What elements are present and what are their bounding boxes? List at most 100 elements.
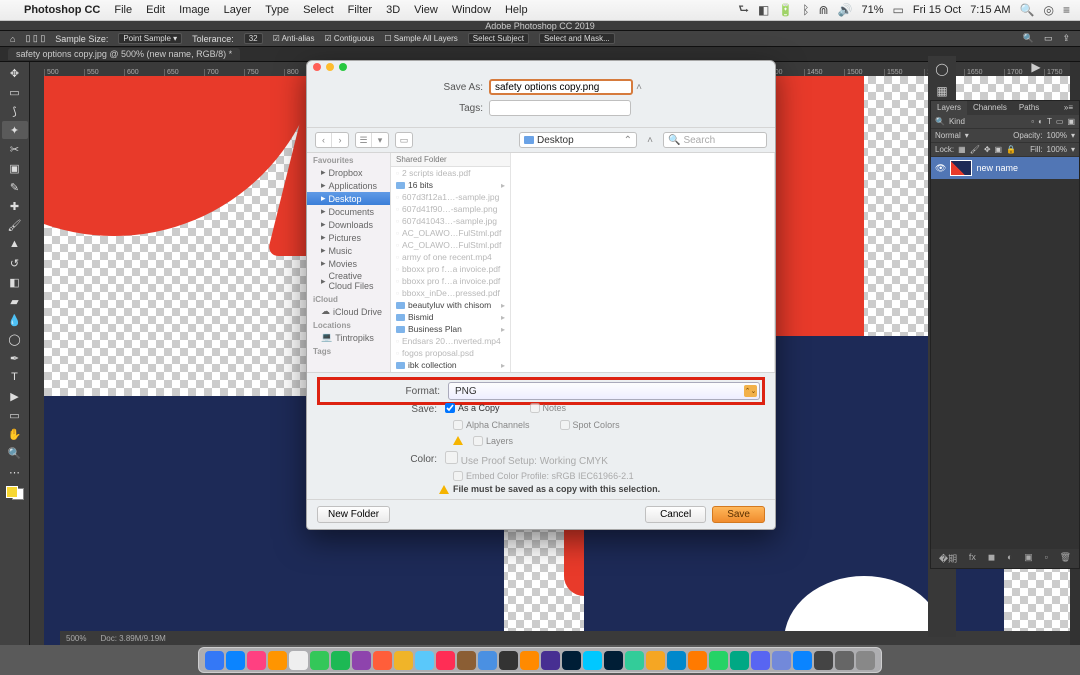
select-and-mask-button[interactable]: Select and Mask... bbox=[539, 33, 615, 44]
color-swatch[interactable] bbox=[6, 486, 24, 500]
menu-window[interactable]: Window bbox=[452, 4, 491, 16]
filter-type-icon[interactable]: T bbox=[1047, 117, 1052, 126]
dock-app-icon[interactable] bbox=[814, 651, 833, 670]
shape-tool-icon[interactable]: ▭ bbox=[2, 406, 28, 424]
close-window-icon[interactable] bbox=[313, 63, 321, 71]
sidebar-item-desktop[interactable]: ▸ Desktop bbox=[307, 192, 390, 205]
path-select-tool-icon[interactable]: ▶ bbox=[2, 387, 28, 405]
dock-app-icon[interactable] bbox=[499, 651, 518, 670]
sidebar-item-icloud-drive[interactable]: ☁ iCloud Drive bbox=[307, 305, 390, 318]
search-icon[interactable]: 🔍 bbox=[1023, 33, 1034, 44]
play-action-icon[interactable]: ▶ bbox=[1031, 60, 1040, 74]
sidebar-item-pictures[interactable]: ▸ Pictures bbox=[307, 231, 390, 244]
dock-app-icon[interactable] bbox=[394, 651, 413, 670]
dock-app-icon[interactable] bbox=[793, 651, 812, 670]
menu-layer[interactable]: Layer bbox=[224, 4, 252, 16]
view-mode-toggle[interactable]: ☰▾ bbox=[355, 132, 389, 148]
format-select[interactable]: PNG ⌃⌄ bbox=[448, 382, 760, 400]
zoom-tool-icon[interactable]: 🔍 bbox=[2, 444, 28, 462]
mask-icon[interactable]: ◼ bbox=[988, 552, 995, 565]
new-layer-icon[interactable]: ▫ bbox=[1045, 552, 1048, 565]
minimize-window-icon[interactable] bbox=[326, 63, 334, 71]
sidebar-item-music[interactable]: ▸ Music bbox=[307, 244, 390, 257]
file-item[interactable]: ▫bboxx_inDe…pressed.pdf bbox=[391, 287, 510, 299]
file-item[interactable]: ▫fogos proposal.psd bbox=[391, 347, 510, 359]
save-button[interactable]: Save bbox=[712, 506, 765, 523]
sidebar-item-creative-cloud-files[interactable]: ▸ Creative Cloud Files bbox=[307, 270, 390, 292]
tab-channels[interactable]: Channels bbox=[967, 101, 1013, 115]
filter-pixel-icon[interactable]: ▫ bbox=[1031, 117, 1034, 126]
type-tool-icon[interactable]: T bbox=[2, 368, 28, 386]
menu-edit[interactable]: Edit bbox=[146, 4, 165, 16]
menu-view[interactable]: View bbox=[414, 4, 438, 16]
dock-app-icon[interactable] bbox=[289, 651, 308, 670]
eyedropper-tool-icon[interactable]: ✎ bbox=[2, 178, 28, 196]
file-item[interactable]: 16 bits▸ bbox=[391, 179, 510, 191]
dock-app-icon[interactable] bbox=[688, 651, 707, 670]
menu-filter[interactable]: Filter bbox=[348, 4, 372, 16]
zoom-level[interactable]: 500% bbox=[66, 634, 86, 643]
dock-app-icon[interactable] bbox=[562, 651, 581, 670]
dock-app-icon[interactable] bbox=[478, 651, 497, 670]
file-item[interactable]: ▫bboxx pro f…a invoice.pdf bbox=[391, 263, 510, 275]
control-center-icon[interactable]: ◎ bbox=[1044, 3, 1054, 17]
dock-app-icon[interactable] bbox=[457, 651, 476, 670]
sidebar-item-movies[interactable]: ▸ Movies bbox=[307, 257, 390, 270]
dock-app-icon[interactable] bbox=[625, 651, 644, 670]
hand-tool-icon[interactable]: ✋ bbox=[2, 425, 28, 443]
dock-app-icon[interactable] bbox=[415, 651, 434, 670]
tolerance-input[interactable]: 32 bbox=[244, 33, 263, 44]
new-folder-button[interactable]: New Folder bbox=[317, 506, 390, 523]
workspace-icon[interactable]: ▭ bbox=[1044, 33, 1053, 44]
file-item[interactable]: ▫army of one recent.mp4 bbox=[391, 251, 510, 263]
dock-app-icon[interactable] bbox=[667, 651, 686, 670]
layer-row[interactable]: 👁 new name bbox=[931, 157, 1079, 179]
sidebar-item-downloads[interactable]: ▸ Downloads bbox=[307, 218, 390, 231]
layer-name[interactable]: new name bbox=[976, 163, 1018, 173]
visibility-toggle-icon[interactable]: 👁 bbox=[935, 163, 946, 174]
edit-toolbar-icon[interactable]: ⋯ bbox=[2, 463, 28, 481]
dock-app-icon[interactable] bbox=[541, 651, 560, 670]
as-a-copy-checkbox[interactable]: As a Copy bbox=[445, 403, 500, 413]
panel-menu-icon[interactable]: »≡ bbox=[1058, 101, 1079, 115]
antialias-checkbox[interactable]: ☑ Anti-alias bbox=[273, 34, 315, 43]
dock-app-icon[interactable] bbox=[856, 651, 875, 670]
menu-help[interactable]: Help bbox=[505, 4, 528, 16]
clone-stamp-tool-icon[interactable]: ▲ bbox=[2, 235, 28, 253]
file-item[interactable]: ▫AC_OLAWO…FulStml.pdf bbox=[391, 227, 510, 239]
marquee-tool-icon[interactable]: ▭ bbox=[2, 83, 28, 101]
menubar-date[interactable]: Fri 15 Oct bbox=[913, 4, 961, 16]
dock-app-icon[interactable] bbox=[604, 651, 623, 670]
dock-app-icon[interactable] bbox=[205, 651, 224, 670]
sidebar-item-tintropiks[interactable]: 💻 Tintropiks bbox=[307, 331, 390, 344]
sidebar-item-documents[interactable]: ▸ Documents bbox=[307, 205, 390, 218]
dock-app-icon[interactable] bbox=[772, 651, 791, 670]
dock-app-icon[interactable] bbox=[331, 651, 350, 670]
forward-icon[interactable]: › bbox=[332, 133, 348, 147]
brush-tool-icon[interactable]: 🖌 bbox=[2, 216, 28, 234]
sample-all-layers-checkbox[interactable]: ☐ Sample All Layers bbox=[384, 34, 457, 43]
frame-tool-icon[interactable]: ▣ bbox=[2, 159, 28, 177]
menubar-time[interactable]: 7:15 AM bbox=[970, 4, 1010, 16]
sidebar-item-applications[interactable]: ▸ Applications bbox=[307, 179, 390, 192]
sample-size-select[interactable]: Point Sample ▾ bbox=[118, 33, 182, 44]
file-item[interactable]: ▫AC_OLAWO…FulStml.pdf bbox=[391, 239, 510, 251]
link-layers-icon[interactable]: �期 bbox=[939, 552, 957, 565]
fill-value[interactable]: 100% bbox=[1047, 145, 1067, 154]
filter-smart-icon[interactable]: ▣ bbox=[1067, 117, 1075, 126]
tab-layers[interactable]: Layers bbox=[931, 101, 967, 115]
menu-type[interactable]: Type bbox=[265, 4, 289, 16]
spotlight-icon[interactable]: 🔍 bbox=[1020, 3, 1035, 17]
file-item[interactable]: Business Plan▸ bbox=[391, 323, 510, 335]
lock-pixels-icon[interactable]: 🖌 bbox=[970, 145, 980, 154]
healing-brush-tool-icon[interactable]: ✚ bbox=[2, 197, 28, 215]
dock-app-icon[interactable] bbox=[226, 651, 245, 670]
dock-app-icon[interactable] bbox=[268, 651, 287, 670]
lasso-tool-icon[interactable]: ⟆ bbox=[2, 102, 28, 120]
expand-save-icon[interactable]: ˄ bbox=[633, 82, 645, 93]
sidebar-item-dropbox[interactable]: ▸ Dropbox bbox=[307, 166, 390, 179]
blur-tool-icon[interactable]: 💧 bbox=[2, 311, 28, 329]
move-tool-icon[interactable]: ✥ bbox=[2, 64, 28, 82]
collapse-nav-icon[interactable]: ˄ bbox=[643, 135, 657, 146]
location-popup[interactable]: Desktop⌃ bbox=[519, 132, 637, 148]
